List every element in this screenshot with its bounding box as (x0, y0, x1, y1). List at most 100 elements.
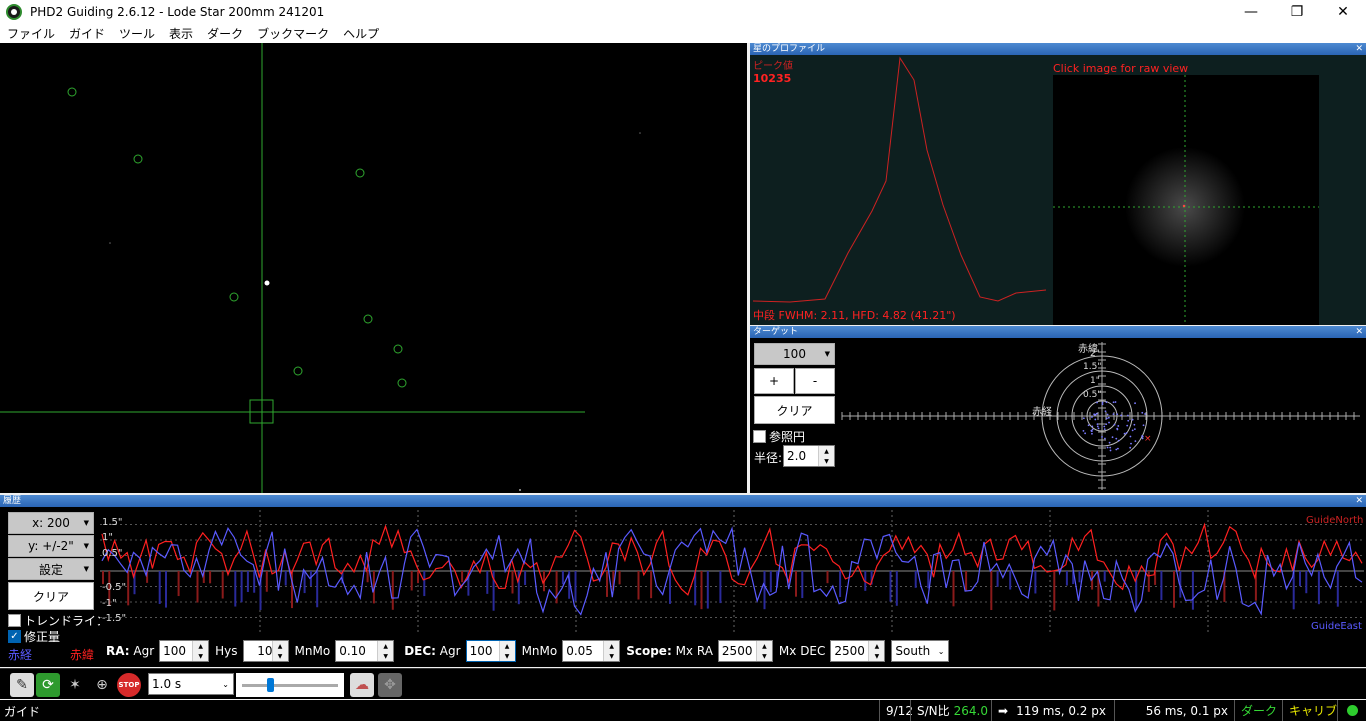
spin-arrows-icon[interactable]: ▲ ▼ (498, 641, 515, 661)
loop-pencil-icon[interactable]: ✎ (10, 673, 34, 697)
exposure-duration-select[interactable]: 1.0 s ⌄ (148, 673, 234, 695)
profile-pane-title: 星のプロファイル (753, 44, 826, 54)
x-scale-value: x: 200 (32, 516, 70, 530)
spin-arrows-icon[interactable]: ▲ ▼ (755, 641, 772, 661)
target-point (1126, 414, 1129, 417)
gamma-slider-track (242, 684, 338, 687)
trendline-checkbox[interactable]: トレンドライン (8, 612, 108, 629)
radius-input[interactable]: 2.0 ▲ ▼ (783, 445, 835, 467)
max-ra-duration-input[interactable]: 2500 ▲ ▼ (717, 640, 773, 662)
spin-arrows-icon[interactable]: ▲ ▼ (603, 641, 620, 661)
dec-minmove-input[interactable]: 0.05 ▲ ▼ (562, 640, 621, 662)
menu-file[interactable]: ファイル (0, 25, 62, 42)
target-point (1142, 424, 1145, 427)
target-point (1104, 410, 1107, 413)
ra-minmove-input[interactable]: 0.10 ▲ ▼ (335, 640, 395, 662)
corrections-checkbox[interactable]: ✓ 修正量 (8, 628, 60, 645)
correction-bar (1299, 571, 1301, 587)
history-settings-dropdown[interactable]: 設定 ▼ (8, 558, 94, 580)
zoom-in-button[interactable]: + (754, 368, 794, 394)
auto-select-star-icon[interactable]: ✶ (63, 673, 87, 697)
target-plot: 赤緯 赤経 2" 1.5" 1" 0.5" × (841, 342, 1360, 490)
manual-guide-icon[interactable]: ✥ (378, 673, 402, 697)
correction-bar (700, 571, 703, 610)
brain-settings-icon[interactable]: ☁ (350, 673, 374, 697)
menu-help[interactable]: ヘルプ (336, 25, 386, 42)
correction-bar (461, 571, 464, 583)
ra-controls-label: RA: (106, 644, 130, 658)
reference-circle-checkbox[interactable]: 参照円 (753, 428, 805, 445)
max-dec-duration-input[interactable]: 2500 ▲ ▼ (830, 640, 886, 662)
ra-pulse-value: 119 ms, 0.2 px (1016, 703, 1106, 718)
correction-bar (990, 571, 993, 611)
correction-bar (391, 571, 394, 610)
correction-bar (240, 571, 243, 603)
correction-bar (1317, 571, 1320, 605)
spin-arrows-icon[interactable]: ▲ ▼ (818, 446, 834, 466)
chevron-down-icon: ▼ (83, 519, 89, 527)
target-point (1101, 401, 1104, 404)
history-settings-label: 設定 (38, 562, 63, 577)
camera-frame (0, 43, 641, 493)
corrections-box[interactable]: ✓ (8, 630, 21, 643)
correction-bar (650, 571, 653, 599)
target-pane-close-icon[interactable]: ✕ (1355, 326, 1363, 338)
loop-exposures-icon[interactable]: ⟳ (36, 673, 60, 697)
menu-guide[interactable]: ガイド (62, 25, 112, 42)
history-graph[interactable]: 1.5" 1" 0.5" -0.5" -1" -1.5" GuideNorth … (100, 510, 1364, 632)
dec-minmove-label: MnMo (521, 644, 558, 658)
spin-arrows-icon[interactable]: ▲ ▼ (868, 641, 885, 661)
target-zoom-dropdown[interactable]: 100 ▼ (754, 343, 835, 365)
menu-view[interactable]: 表示 (162, 25, 200, 42)
target-point (1134, 440, 1137, 443)
trendline-box[interactable] (8, 614, 21, 627)
menu-bookmarks[interactable]: ブックマーク (250, 25, 336, 42)
dec-agr-value: 100 (469, 644, 493, 658)
main-toolbar: ✎ ⟳ ✶ ⊕ STOP 1.0 s ⌄ ☁ ✥ (0, 668, 1366, 699)
hysteresis-label: Hys (215, 644, 238, 658)
minimize-button[interactable]: — (1228, 0, 1274, 24)
maximize-button[interactable]: ❐ (1274, 0, 1320, 24)
dec-aggressiveness-input[interactable]: 100 ▲ ▼ (465, 640, 516, 662)
candidate-star (393, 344, 403, 354)
gamma-slider-thumb[interactable] (267, 678, 274, 692)
guide-crosshair-icon[interactable]: ⊕ (90, 673, 114, 697)
history-pane-close-icon[interactable]: ✕ (1355, 495, 1363, 507)
profile-pane-close-icon[interactable]: ✕ (1355, 43, 1363, 55)
target-point (1095, 412, 1098, 415)
dark-library-status: ダーク (1234, 700, 1282, 721)
target-clear-button[interactable]: クリア (754, 396, 835, 424)
gamma-slider[interactable] (236, 673, 344, 697)
menu-darks[interactable]: ダーク (200, 25, 250, 42)
window-title: PHD2 Guiding 2.6.12 - Lode Star 200mm 24… (30, 5, 325, 19)
ra-hysteresis-input[interactable]: 10 ▲ ▼ (242, 640, 289, 662)
zoom-out-button[interactable]: - (795, 368, 835, 394)
correction-bar (996, 571, 999, 587)
correction-bar (669, 571, 671, 604)
ring-label: 2" (1090, 349, 1100, 359)
ra-mnmo-value: 0.10 (339, 644, 366, 658)
target-point (1105, 423, 1108, 426)
spin-arrows-icon[interactable]: ▲ ▼ (377, 641, 394, 661)
menu-tools[interactable]: ツール (112, 25, 162, 42)
reference-circle-box[interactable] (753, 430, 766, 443)
target-point (1106, 446, 1109, 449)
target-point (1082, 417, 1085, 420)
star-thumbnail[interactable] (1053, 75, 1319, 325)
spin-arrows-icon[interactable]: ▲ ▼ (271, 641, 288, 661)
target-point (1134, 402, 1136, 405)
latest-point-marker: × (1144, 434, 1152, 444)
camera-image-view[interactable] (0, 43, 747, 493)
close-button[interactable]: ✕ (1320, 0, 1366, 24)
ra-aggressiveness-input[interactable]: 100 ▲ ▼ (159, 640, 210, 662)
x-scale-dropdown[interactable]: x: 200 ▼ (8, 512, 94, 534)
y-scale-dropdown[interactable]: y: +/-2" ▼ (8, 535, 94, 557)
target-pane-title: ターゲット (753, 327, 799, 337)
correction-bar (1103, 571, 1106, 582)
history-clear-button[interactable]: クリア (8, 582, 94, 610)
correction-bar (1160, 571, 1163, 600)
spin-arrows-icon[interactable]: ▲ ▼ (192, 641, 209, 661)
menu-bar: ファイル ガイド ツール 表示 ダーク ブックマーク ヘルプ (0, 24, 1366, 43)
dec-guide-mode-select[interactable]: South ⌄ (891, 640, 950, 662)
stop-icon[interactable]: STOP (117, 673, 141, 697)
